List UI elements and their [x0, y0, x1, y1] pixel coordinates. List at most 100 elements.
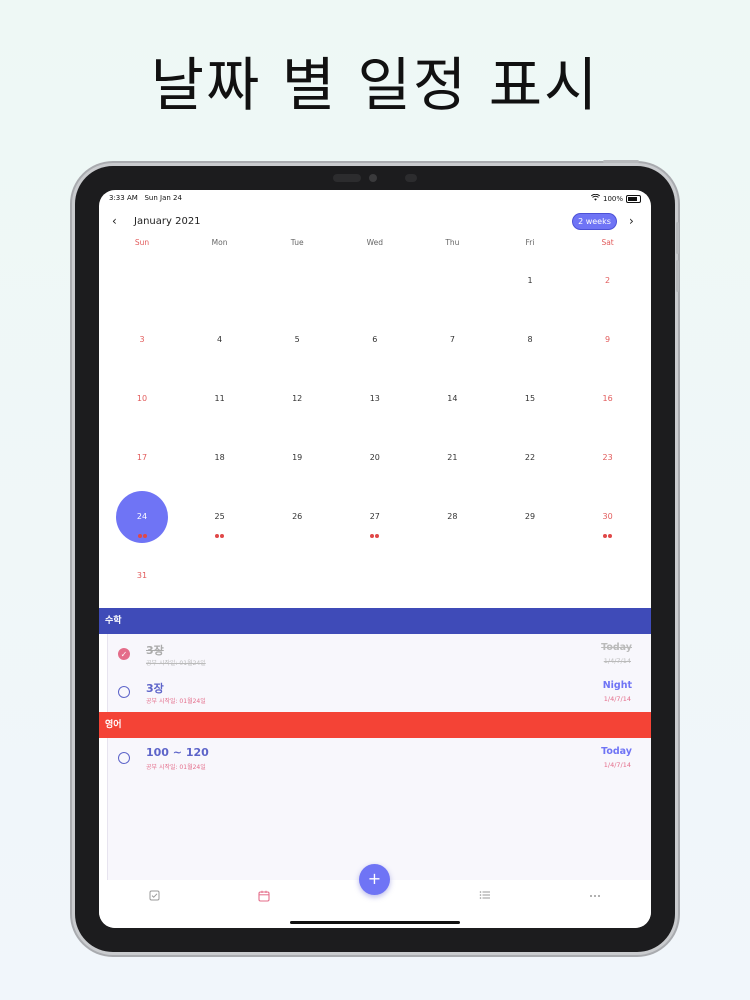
event-dot — [220, 534, 225, 538]
calendar-day-30[interactable]: 30 — [569, 512, 647, 521]
task-title: 3장 — [146, 644, 164, 657]
calendar-day-9[interactable]: 9 — [569, 335, 647, 344]
calendar-day-27[interactable]: 27 — [336, 512, 414, 521]
prev-month-button[interactable]: ‹ — [112, 214, 117, 228]
camera-housing — [333, 174, 361, 182]
view-toggle-button[interactable]: 2 weeks — [573, 214, 616, 229]
battery-percent: 100% — [602, 194, 623, 203]
event-dot — [142, 534, 147, 538]
calendar-day-28[interactable]: 28 — [413, 512, 491, 521]
section-header[interactable]: 영어 — [99, 712, 651, 738]
task-row[interactable]: ✓ 3장공부 시작일: 01월24일 Today 1/4/7/14 — [108, 636, 651, 674]
event-dots — [569, 534, 647, 538]
task-checkbox[interactable] — [118, 752, 130, 764]
calendar-header: ‹ January 2021 2 weeks › — [99, 214, 651, 232]
status-bar: 3:33 AM Sun Jan 24 100% — [109, 193, 641, 206]
task-group: 100 ~ 120 공부 시작일: 01월24일 Today 1/4/7/14 — [107, 738, 651, 880]
list-icon — [479, 891, 490, 899]
page-headline: 날짜 별 일정 표시 — [150, 51, 600, 119]
task-date: 1/4/7/14 — [603, 695, 631, 703]
calendar-day-8[interactable]: 8 — [491, 335, 569, 344]
top-button — [603, 160, 639, 163]
event-dot — [215, 534, 220, 538]
task-subtitle: 공부 시작일: 01월24일 — [146, 660, 206, 667]
task-subtitle: 공부 시작일: 01월24일 — [146, 764, 206, 771]
status-date: Sun Jan 24 — [144, 194, 182, 202]
calendar-day-14[interactable]: 14 — [413, 394, 491, 403]
weekday-wed: Wed — [366, 238, 383, 247]
calendar-day-13[interactable]: 13 — [336, 394, 414, 403]
add-task-button[interactable]: + — [359, 864, 390, 895]
section-header[interactable]: 수학 — [99, 608, 651, 634]
calendar-day-31[interactable]: 31 — [103, 571, 181, 580]
task-subtitle: 공부 시작일: 01월24일 — [146, 698, 206, 705]
calendar-day-18[interactable]: 18 — [181, 453, 259, 462]
event-dot — [137, 534, 142, 538]
calendar-day-10[interactable]: 10 — [103, 394, 181, 403]
task-title: 100 ~ 120 — [146, 746, 209, 759]
next-month-button[interactable]: › — [629, 214, 634, 228]
event-dot — [375, 534, 380, 538]
home-indicator — [290, 921, 460, 924]
calendar-day-3[interactable]: 3 — [103, 335, 181, 344]
tab-more[interactable] — [585, 890, 605, 906]
status-time-date: 3:33 AM Sun Jan 24 — [109, 194, 182, 202]
calendar-day-1[interactable]: 1 — [491, 276, 569, 285]
volume-up-button — [676, 222, 679, 254]
event-dots — [103, 534, 181, 538]
calendar-day-29[interactable]: 29 — [491, 512, 569, 521]
weekday-sat: Sat — [601, 238, 614, 247]
weekday-sun: Sun — [134, 238, 150, 247]
calendar-day-4[interactable]: 4 — [181, 335, 259, 344]
task-row[interactable]: 100 ~ 120 공부 시작일: 01월24일 Today 1/4/7/14 — [108, 740, 651, 778]
calendar-day-26[interactable]: 26 — [258, 512, 336, 521]
event-dot — [608, 534, 613, 538]
task-date: 1/4/7/14 — [603, 761, 631, 769]
wifi-icon — [590, 193, 601, 203]
calendar-day-25[interactable]: 25 — [181, 512, 259, 521]
task-group: ✓ 3장공부 시작일: 01월24일 Today 1/4/7/14 3장공부 시작일: … — [107, 634, 651, 712]
calendar-day-15[interactable]: 15 — [491, 394, 569, 403]
task-date: 1/4/7/14 — [603, 657, 631, 665]
weekday-tue: Tue — [290, 238, 304, 247]
calendar-day-23[interactable]: 23 — [569, 453, 647, 462]
tab-checklist[interactable] — [144, 890, 164, 906]
event-dot — [370, 534, 375, 538]
calendar-day-5[interactable]: 5 — [258, 335, 336, 344]
calendar-day-7[interactable]: 7 — [413, 335, 491, 344]
battery-icon — [626, 194, 641, 203]
tab-calendar[interactable] — [254, 890, 274, 906]
tablet-frame: 3:33 AM Sun Jan 24 100% ‹ January 2021 2… — [75, 160, 679, 952]
event-dot — [603, 534, 608, 538]
task-when: Today — [601, 642, 632, 653]
calendar-day-24[interactable]: 24 — [103, 512, 181, 521]
weekday-mon: Mon — [211, 238, 228, 247]
weekday-fri: Fri — [525, 238, 535, 247]
task-checkbox[interactable] — [118, 686, 130, 698]
month-title: January 2021 — [134, 216, 201, 227]
tab-list[interactable] — [475, 890, 495, 906]
calendar-day-22[interactable]: 22 — [491, 453, 569, 462]
task-row[interactable]: 3장 공부 시작일: 01월24일 Night 1/4/7/14 — [108, 674, 651, 712]
calendar-day-6[interactable]: 6 — [336, 335, 414, 344]
task-when: Today — [601, 746, 632, 757]
calendar-day-2[interactable]: 2 — [569, 276, 647, 285]
sensor — [405, 174, 417, 182]
calendar-day-17[interactable]: 17 — [103, 453, 181, 462]
task-checkbox[interactable]: ✓ — [118, 648, 130, 660]
event-dots — [181, 534, 259, 538]
status-right: 100% — [590, 193, 641, 203]
calendar-icon — [258, 890, 270, 902]
calendar-day-12[interactable]: 12 — [258, 394, 336, 403]
calendar-day-16[interactable]: 16 — [569, 394, 647, 403]
calendar-day-20[interactable]: 20 — [336, 453, 414, 462]
volume-down-button — [676, 260, 679, 292]
checklist-icon — [149, 890, 159, 901]
calendar-day-21[interactable]: 21 — [413, 453, 491, 462]
more-icon — [590, 895, 600, 897]
calendar-day-11[interactable]: 11 — [181, 394, 259, 403]
task-when: Night — [602, 680, 632, 691]
app-screen: 3:33 AM Sun Jan 24 100% ‹ January 2021 2… — [99, 190, 651, 928]
calendar-day-19[interactable]: 19 — [258, 453, 336, 462]
status-time: 3:33 AM — [109, 194, 138, 202]
